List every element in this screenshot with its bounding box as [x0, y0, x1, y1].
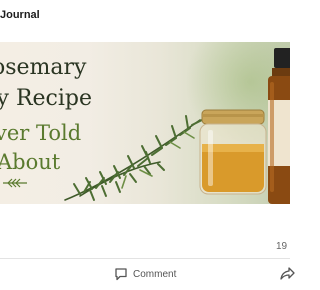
rosemary-branch — [64, 115, 203, 201]
page-name[interactable]: Journal — [0, 9, 40, 21]
action-bar-divider — [0, 258, 290, 259]
headline-line-1: osemary — [0, 55, 87, 80]
share-button[interactable] — [279, 265, 295, 283]
leaf-sprig-icon — [3, 178, 27, 188]
comment-button[interactable]: Comment — [114, 265, 176, 283]
comment-label: Comment — [133, 268, 177, 280]
headline-line-4: About — [0, 150, 61, 174]
honey-jar — [199, 109, 267, 195]
oil-bottle — [268, 48, 290, 204]
speech-bubble-icon — [115, 268, 127, 281]
reaction-count[interactable]: 19 — [276, 241, 287, 252]
post-image[interactable]: osemary ry Recipe ver Told About — [0, 42, 290, 204]
share-arrow-icon — [280, 267, 295, 280]
